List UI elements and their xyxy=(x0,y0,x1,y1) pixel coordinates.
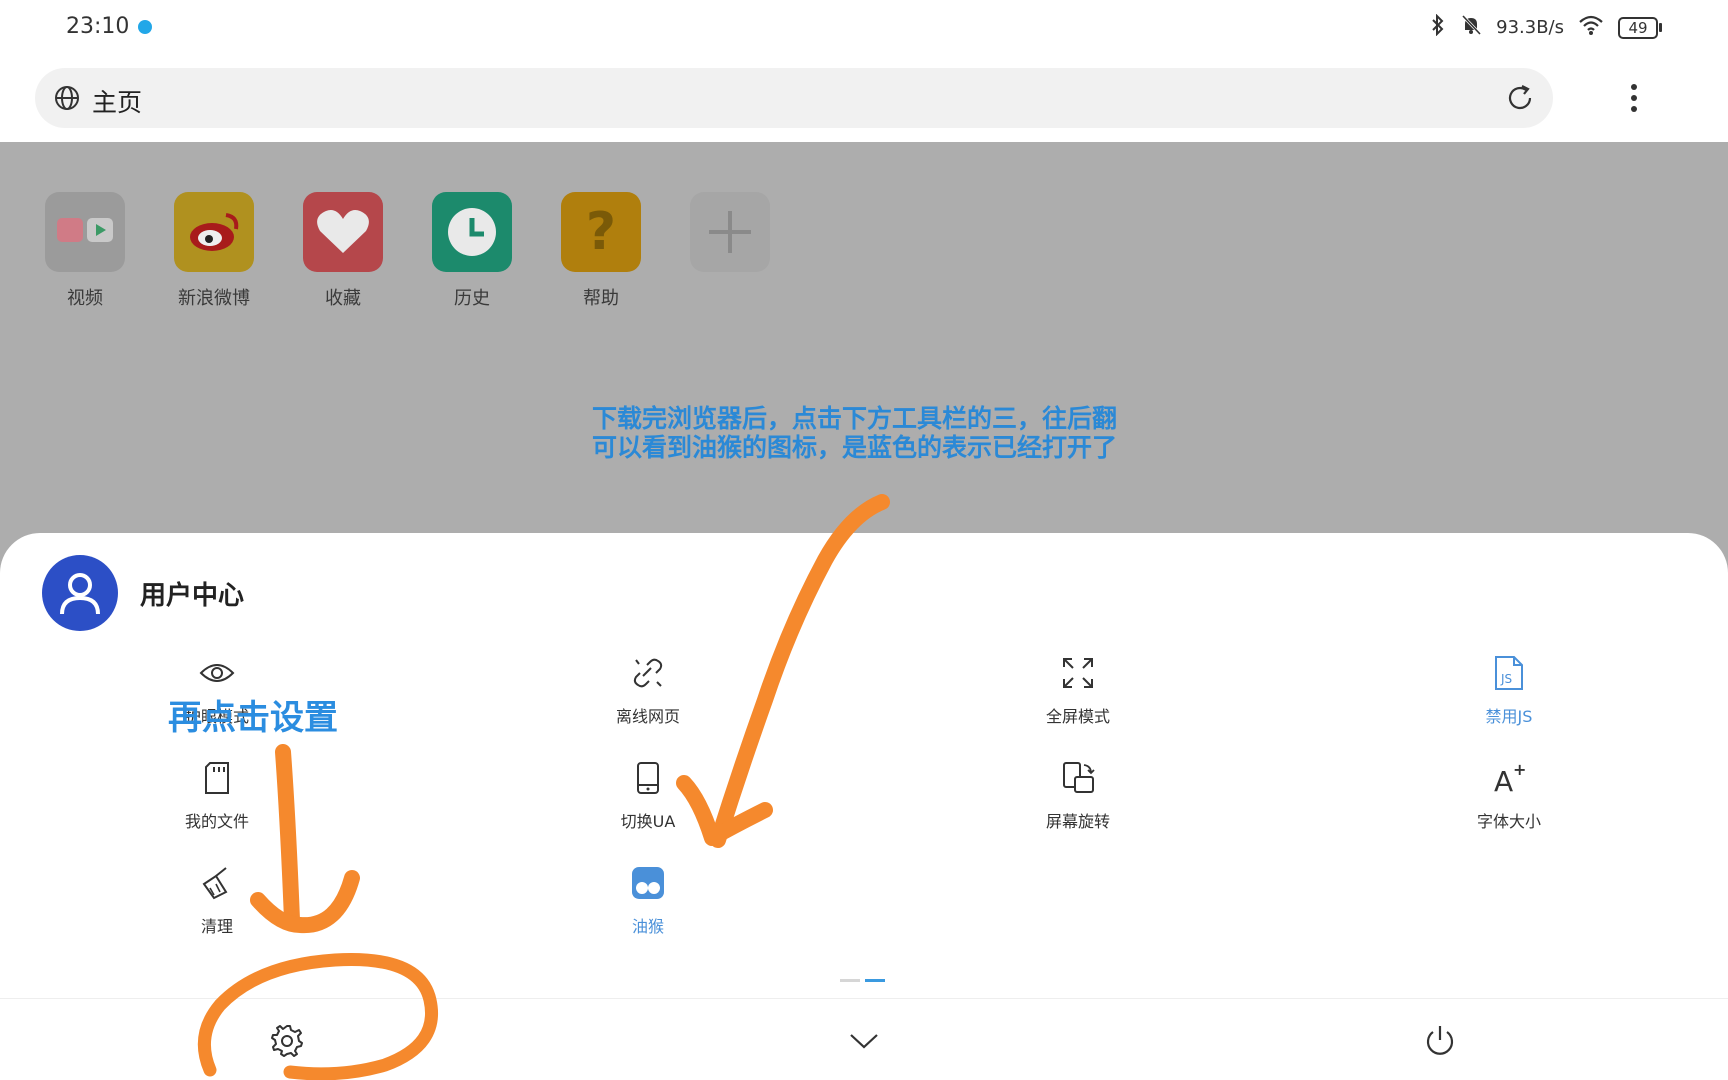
tool-label: 油猴 xyxy=(631,917,664,936)
shortcut-weibo[interactable]: 新浪微博 xyxy=(159,192,269,310)
bluetooth-icon xyxy=(1430,13,1446,41)
annotation-click-settings: 再点击设置 xyxy=(168,698,338,738)
mute-bell-icon xyxy=(1460,14,1482,41)
shortcut-label: 历史 xyxy=(454,288,490,309)
tampermonkey-icon xyxy=(548,863,748,903)
page-indicator xyxy=(840,979,885,982)
page-dot-active xyxy=(865,979,885,982)
more-menu-icon[interactable] xyxy=(1620,82,1648,114)
shortcut-label: 帮助 xyxy=(583,288,619,309)
tool-disable-js[interactable]: JS 禁用JS xyxy=(1409,653,1609,727)
weibo-icon xyxy=(174,192,254,272)
tool-label: 禁用JS xyxy=(1485,707,1533,726)
clock-icon xyxy=(432,192,512,272)
tool-tampermonkey[interactable]: 油猴 xyxy=(548,863,748,937)
page-title: 主页 xyxy=(92,88,143,117)
broom-icon xyxy=(117,863,317,903)
user-center-title[interactable]: 用户中心 xyxy=(140,575,244,612)
sd-card-icon xyxy=(117,758,317,798)
tool-label: 字体大小 xyxy=(1476,812,1541,831)
plus-icon xyxy=(690,192,770,272)
tool-label: 清理 xyxy=(200,917,233,936)
shortcut-help[interactable]: ? 帮助 xyxy=(546,192,656,310)
tool-my-files[interactable]: 我的文件 xyxy=(117,758,317,832)
network-speed: 93.3B/s xyxy=(1496,17,1564,38)
svg-text:JS: JS xyxy=(1500,672,1512,686)
chevron-down-icon xyxy=(850,1034,878,1049)
refresh-icon[interactable] xyxy=(1505,83,1535,117)
collapse-button[interactable] xyxy=(842,1019,886,1063)
wifi-icon xyxy=(1578,14,1604,41)
video-app-icon xyxy=(45,192,125,272)
tool-label: 离线网页 xyxy=(615,707,680,726)
eye-icon xyxy=(117,653,317,693)
user-avatar-icon[interactable] xyxy=(42,555,118,631)
tool-clean[interactable]: 清理 xyxy=(117,863,317,937)
tool-font-size[interactable]: A + 字体大小 xyxy=(1409,758,1609,832)
question-mark-icon: ? xyxy=(561,192,641,272)
shortcut-label: 新浪微博 xyxy=(178,288,250,309)
tool-label: 切换UA xyxy=(620,812,676,831)
tool-offline-page[interactable]: 离线网页 xyxy=(548,653,748,727)
notification-dot-icon xyxy=(138,20,152,34)
battery-level: 49 xyxy=(1618,16,1658,39)
battery-indicator: 49 xyxy=(1618,16,1662,39)
heart-icon xyxy=(303,192,383,272)
tool-screen-rotate[interactable]: 屏幕旋转 xyxy=(978,758,1178,832)
power-icon xyxy=(1426,1026,1454,1055)
gear-icon xyxy=(271,1025,303,1057)
offline-link-icon xyxy=(548,653,748,693)
annotation-hint-line1: 下载完浏览器后，点击下方工具栏的三，往后翻 xyxy=(592,404,1118,433)
phone-icon xyxy=(548,758,748,798)
status-bar: 23:10 93.3B/s 49 xyxy=(0,0,1728,58)
shortcut-add[interactable] xyxy=(675,192,785,284)
bottom-toolbar xyxy=(0,998,1728,1080)
shortcut-video[interactable]: 视频 xyxy=(30,192,140,310)
rotate-screen-icon xyxy=(978,758,1178,798)
tool-switch-ua[interactable]: 切换UA xyxy=(548,758,748,832)
address-bar[interactable]: 主页 xyxy=(35,68,1553,128)
shortcut-history[interactable]: 历史 xyxy=(417,192,527,310)
svg-text:+: + xyxy=(1513,761,1526,779)
settings-button[interactable] xyxy=(265,1019,309,1063)
font-size-icon: A + xyxy=(1409,758,1609,798)
globe-icon xyxy=(53,84,81,116)
exit-button[interactable] xyxy=(1418,1019,1462,1063)
shortcut-label: 视频 xyxy=(67,288,103,309)
status-time: 23:10 xyxy=(66,14,130,39)
status-indicators: 93.3B/s 49 xyxy=(1430,13,1662,41)
fullscreen-icon xyxy=(978,653,1178,693)
tool-fullscreen[interactable]: 全屏模式 xyxy=(978,653,1178,727)
shortcut-label: 收藏 xyxy=(325,288,361,309)
annotation-hint-line2: 可以看到油猴的图标，是蓝色的表示已经打开了 xyxy=(592,433,1118,462)
svg-text:A: A xyxy=(1494,765,1513,795)
tool-label: 屏幕旋转 xyxy=(1045,812,1110,831)
annotation-hint: 下载完浏览器后，点击下方工具栏的三，往后翻 可以看到油猴的图标，是蓝色的表示已经… xyxy=(592,404,1117,462)
tool-label: 我的文件 xyxy=(184,812,249,831)
page-dot xyxy=(840,979,860,982)
shortcut-favorites[interactable]: 收藏 xyxy=(288,192,398,310)
tool-label: 全屏模式 xyxy=(1045,707,1110,726)
js-file-icon: JS xyxy=(1409,653,1609,693)
